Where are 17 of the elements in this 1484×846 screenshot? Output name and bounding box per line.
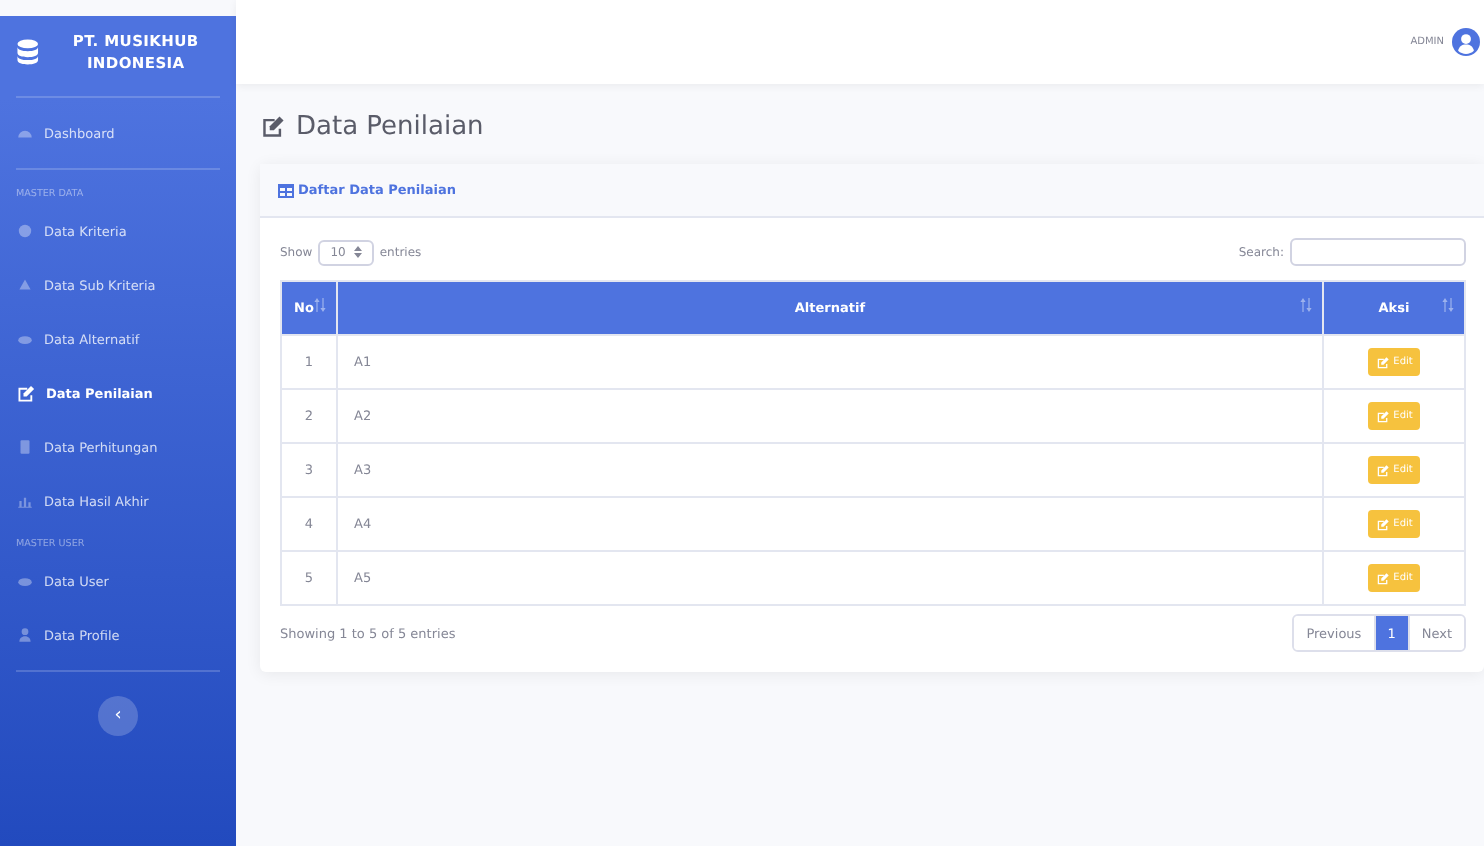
sidebar-toggle-button[interactable]: ‹ <box>98 696 138 736</box>
user-avatar-icon[interactable] <box>1452 28 1480 56</box>
edit-icon <box>1375 517 1390 531</box>
edit-icon <box>260 113 286 139</box>
edit-icon <box>1375 355 1390 369</box>
page-title: Data Penilaian <box>296 111 484 141</box>
table-icon <box>278 183 294 197</box>
database-icon <box>16 34 40 70</box>
edit-icon <box>1375 463 1390 477</box>
edit-icon <box>16 383 36 403</box>
caret-icon <box>353 246 362 258</box>
edit-icon <box>1375 409 1390 423</box>
search-field[interactable] <box>1290 238 1466 266</box>
sort-icon[interactable] <box>1300 298 1312 312</box>
sort-icon[interactable] <box>1442 298 1454 312</box>
sort-icon[interactable] <box>314 298 326 312</box>
edit-icon <box>1375 571 1390 585</box>
